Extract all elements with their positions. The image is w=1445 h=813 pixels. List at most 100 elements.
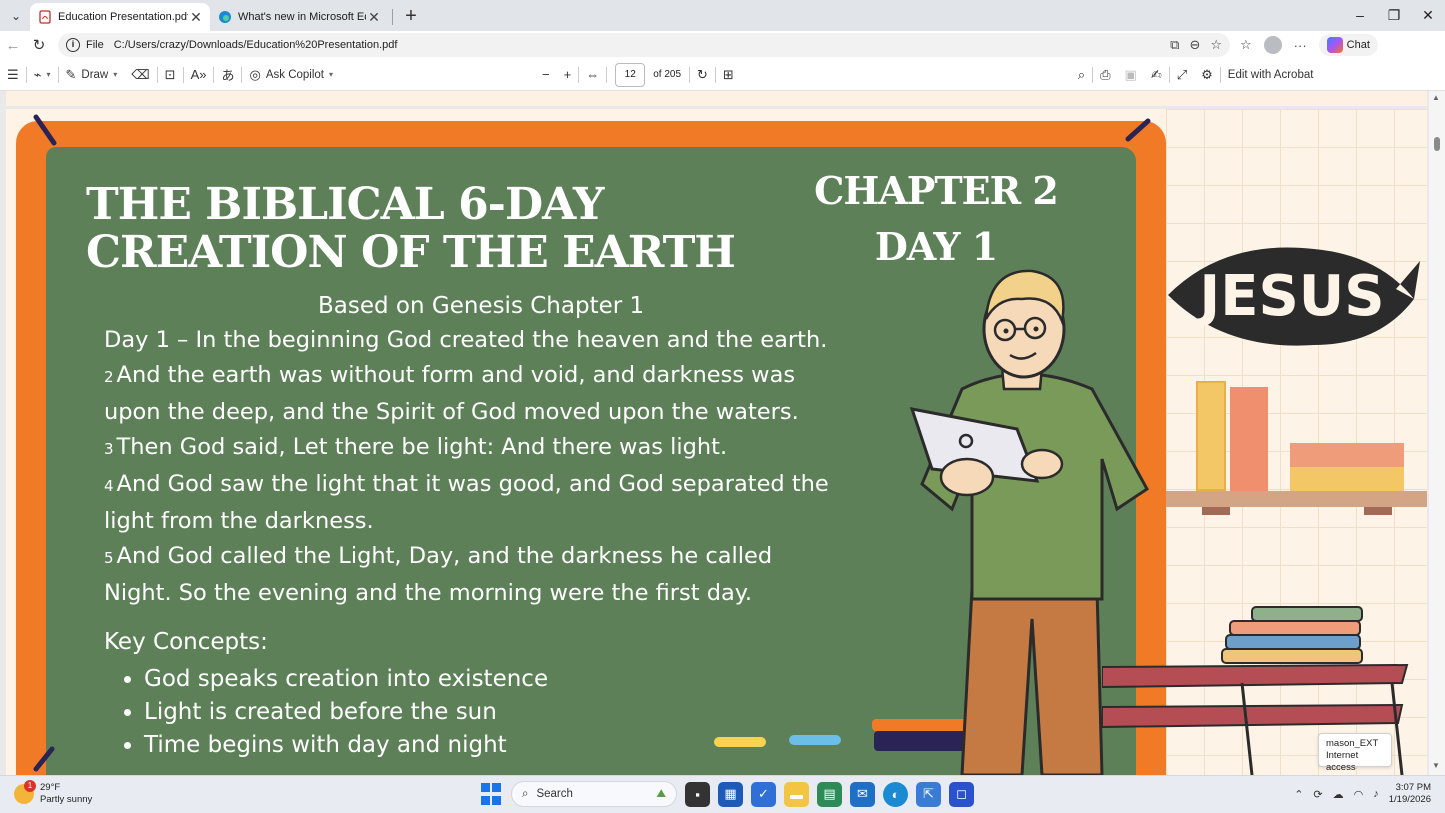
key-concepts-list: God speaks creation into existence Light… [144,663,548,762]
chevron-down-icon: ▾ [113,70,118,79]
sync-icon[interactable]: ⟳ [1313,788,1322,801]
print-icon[interactable]: ⎙ [1093,67,1117,83]
fullscreen-icon[interactable]: ⤢ [1170,67,1194,83]
highlight-button[interactable]: ⌁ ▾ [27,67,58,83]
url-text[interactable]: C:/Users/crazy/Downloads/Education%20Pre… [114,39,1170,51]
shelf-book [1290,443,1404,467]
save-as-icon[interactable]: ✍ [1144,67,1169,83]
weather-widget[interactable]: 1 29°F Partly sunny [14,780,93,806]
address-bar: ← ↻ i File C:/Users/crazy/Downloads/Educ… [0,31,1445,59]
tab-title: Education Presentation.pdf [58,11,188,23]
app-icon[interactable]: ✓ [751,781,776,807]
copilot-chat-button[interactable]: Chat [1318,34,1378,56]
scroll-thumb[interactable] [1434,137,1440,151]
clock[interactable]: 3:07 PM 1/19/2026 [1389,782,1431,806]
edge-browser-icon[interactable]: ◐ [883,781,908,807]
zoom-icon[interactable]: ⊖ [1189,37,1200,53]
tooltip-line: mason_EXT [1326,738,1379,749]
weather-description: Partly sunny [40,794,93,805]
cloud-icon[interactable]: ☁ [1333,788,1344,801]
plus-icon: + [405,5,417,27]
key-concept-item: Time begins with day and night [144,729,548,762]
verse-list: Day 1 – In the beginning God created the… [104,323,844,611]
system-tray: ⌃ ⟳ ☁ ◠ ♪ 3:07 PM 1/19/2026 [1294,782,1431,806]
page-view-icon[interactable]: ⊞ [716,67,741,83]
verse-number: 4 [104,477,114,495]
windows-start-icon[interactable] [478,782,503,807]
vertical-scrollbar[interactable]: ▲ ▼ [1429,91,1445,775]
fish-text: JESUS [1195,264,1384,329]
verse-text: And the earth was without form and void,… [104,362,799,425]
key-concept-item: God speaks creation into existence [144,663,548,696]
verse-text: And God called the Light, Day, and the d… [104,543,773,606]
fit-width-icon[interactable]: ⇔ [579,67,606,82]
favorite-star-icon[interactable]: ☆ [1210,37,1222,53]
refresh-icon[interactable]: ↻ [26,36,52,54]
ask-copilot-button[interactable]: ◎ Ask Copilot ▾ [242,67,340,83]
scroll-up-arrow-icon[interactable]: ▲ [1432,93,1440,102]
page-number-input[interactable]: 12 [615,62,646,87]
copilot-icon: ◎ [249,66,261,82]
page-total-label: of 205 [653,69,682,80]
info-icon[interactable]: i [66,38,80,52]
verse-number: 5 [104,549,114,567]
notification-badge: 1 [24,780,36,792]
eraser-button[interactable]: ⌫ [124,67,156,83]
tab-actions-menu-button[interactable]: ⌄ [2,2,30,30]
pdf-page: THE BIBLICAL 6-DAY CREATION OF THE EARTH… [6,109,1427,775]
ask-copilot-label: Ask Copilot [265,68,324,81]
minimize-icon[interactable]: – [1343,0,1377,31]
url-scheme: File [86,39,104,51]
save-icon[interactable]: ▣ [1118,67,1144,83]
profile-avatar[interactable] [1263,36,1282,54]
speaker-icon[interactable]: ♪ [1373,788,1379,800]
edit-with-acrobat-button[interactable]: Edit with Acrobat [1221,69,1321,81]
chapter-line: CHAPTER 2 [814,168,1059,213]
tab-whats-new-edge[interactable]: What's new in Microsoft Edge ✕ [210,3,388,31]
task-view-icon[interactable]: ▪ [685,781,710,807]
rotate-icon[interactable]: ↻ [690,67,715,83]
close-tab-icon[interactable]: ✕ [366,9,382,26]
store-icon[interactable]: ▦ [718,781,743,807]
close-window-icon[interactable]: ✕ [1411,0,1445,31]
close-tab-icon[interactable]: ✕ [188,9,204,26]
read-aloud-icon[interactable]: A» [184,67,214,82]
file-explorer-icon[interactable]: ▬ [784,781,809,807]
shelf-book [1196,381,1226,491]
favorites-icon[interactable]: ☆ [1240,37,1252,53]
wifi-icon[interactable]: ◠ [1354,788,1364,801]
maximize-icon[interactable]: ❐ [1377,0,1411,31]
url-field[interactable]: i File C:/Users/crazy/Downloads/Educatio… [58,33,1230,57]
taskbar: 1 29°F Partly sunny ⌕ Search ⛰ ▪ ▦ ✓ ▬ ▤… [0,775,1445,813]
settings-gear-icon[interactable]: ⚙ [1194,67,1220,83]
scroll-down-arrow-icon[interactable]: ▼ [1432,761,1440,770]
taskbar-search-box[interactable]: ⌕ Search ⛰ [511,781,677,807]
tab-education-presentation[interactable]: Education Presentation.pdf ✕ [30,3,210,31]
tooltip-line: Internet access [1326,750,1359,773]
verse-item: 3 Then God said, Let there be light: And … [104,430,844,467]
wall-shelf [1166,491,1427,507]
remote-desktop-icon[interactable]: ⇱ [916,781,941,807]
search-icon[interactable]: ⌕ [1071,67,1092,83]
zoom-in-icon[interactable]: + [557,67,579,82]
zoom-out-icon[interactable]: − [535,67,557,82]
show-hidden-icons-chevron-icon[interactable]: ⌃ [1294,788,1303,801]
search-placeholder: Search [536,788,573,800]
pdf-viewport[interactable]: THE BIBLICAL 6-DAY CREATION OF THE EARTH… [0,91,1445,775]
pdf-icon [39,10,51,24]
contents-list-icon[interactable]: ☰ [0,67,26,83]
verse-item: 5 And God called the Light, Day, and the … [104,539,844,611]
spreadsheet-app-icon[interactable]: ▤ [817,781,842,807]
more-options-icon[interactable]: ··· [1294,38,1307,53]
text-box-icon[interactable]: ⊡ [158,67,183,83]
outlook-icon[interactable]: ✉ [850,781,875,807]
slide-title: THE BIBLICAL 6-DAY CREATION OF THE EARTH [86,179,736,278]
translate-icon[interactable]: あ [214,65,241,84]
chevron-down-icon: ▾ [329,70,334,79]
tab-bar: ⌄ Education Presentation.pdf ✕ What's ne… [0,0,1445,31]
app-icon[interactable]: ◻ [949,781,974,807]
translate-icon[interactable]: ⧉ [1170,37,1179,53]
new-tab-button[interactable]: + [397,5,425,28]
back-arrow-icon[interactable]: ← [0,37,26,54]
draw-button[interactable]: ✎ Draw ▾ [59,67,125,83]
